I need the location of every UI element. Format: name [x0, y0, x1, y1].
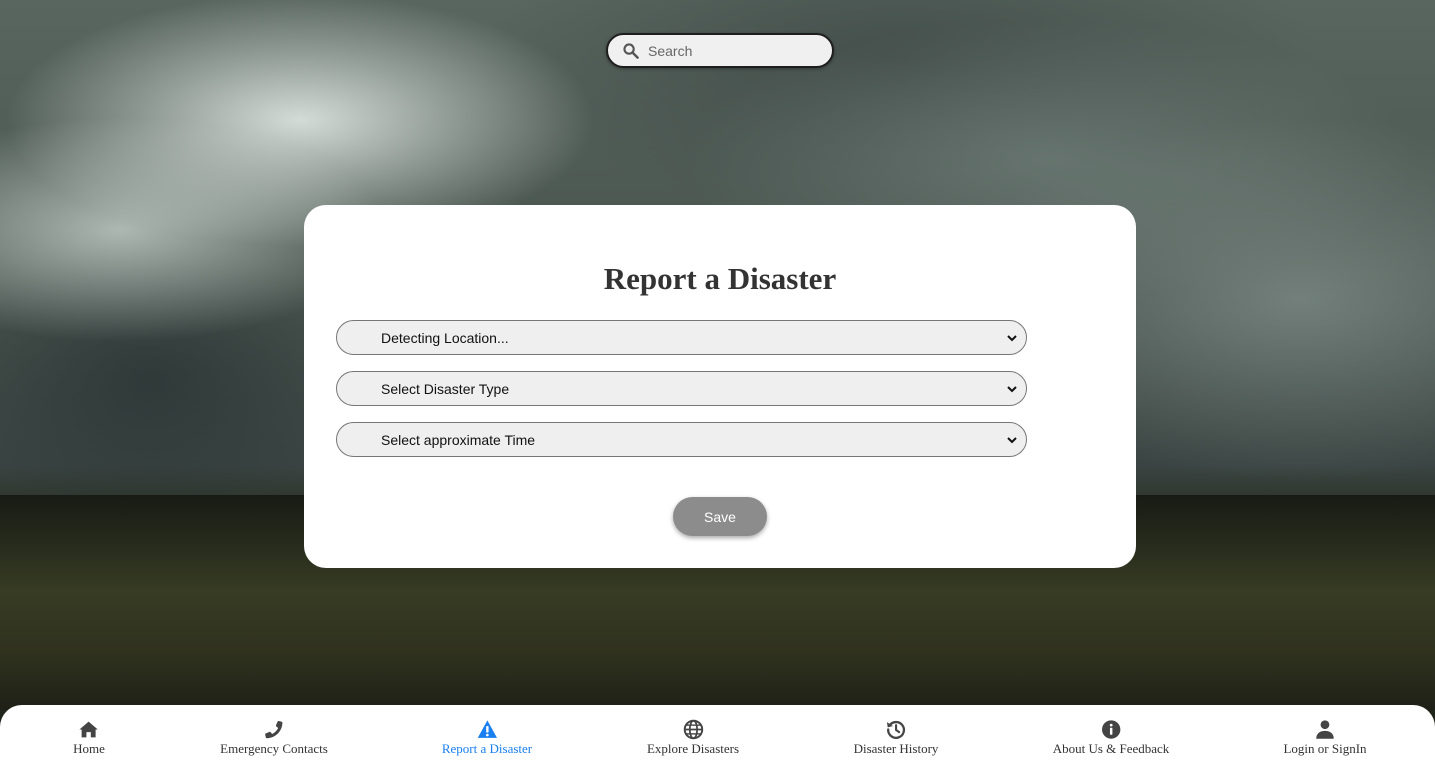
- nav-label: Login or SignIn: [1283, 741, 1367, 756]
- nav-item-disaster-history[interactable]: Disaster History: [853, 719, 939, 757]
- info-icon: [1101, 720, 1121, 739]
- search-bar[interactable]: [606, 33, 834, 68]
- nav-item-login[interactable]: Login or SignIn: [1283, 719, 1367, 757]
- time-select[interactable]: Select approximate Time: [336, 422, 1027, 457]
- chevron-down-icon: [1007, 385, 1017, 392]
- nav-label: Disaster History: [853, 741, 939, 756]
- report-form-card: Report a Disaster Detecting Location... …: [304, 205, 1136, 568]
- history-icon: [886, 720, 905, 739]
- nav-label: Report a Disaster: [441, 741, 533, 756]
- home-icon: [79, 721, 99, 738]
- location-select[interactable]: Detecting Location...: [336, 320, 1027, 355]
- disaster-type-select-value: Select Disaster Type: [381, 380, 510, 397]
- save-button[interactable]: Save: [673, 497, 767, 536]
- location-select-value: Detecting Location...: [381, 329, 509, 346]
- nav-item-about-feedback[interactable]: About Us & Feedback: [1052, 719, 1170, 757]
- chevron-down-icon: [1007, 436, 1017, 443]
- nav-label: Home: [73, 741, 105, 756]
- search-icon: [623, 43, 639, 59]
- search-input[interactable]: [648, 42, 818, 59]
- nav-item-report-disaster[interactable]: Report a Disaster: [442, 719, 532, 757]
- disaster-type-select[interactable]: Select Disaster Type: [336, 371, 1027, 406]
- globe-icon: [683, 719, 703, 740]
- nav-item-emergency-contacts[interactable]: Emergency Contacts: [220, 719, 328, 757]
- nav-item-explore-disasters[interactable]: Explore Disasters: [647, 719, 739, 757]
- nav-label: About Us & Feedback: [1052, 741, 1170, 756]
- nav-item-home[interactable]: Home: [73, 719, 105, 757]
- warning-icon: [477, 720, 497, 738]
- phone-icon: [265, 720, 283, 739]
- nav-label: Emergency Contacts: [220, 741, 328, 756]
- page-title: Report a Disaster: [603, 261, 837, 296]
- bottom-nav: Home Emergency Contacts Report a Disaste…: [0, 705, 1435, 775]
- user-icon: [1316, 720, 1334, 739]
- nav-label: Explore Disasters: [646, 741, 740, 756]
- chevron-down-icon: [1007, 334, 1017, 341]
- time-select-value: Select approximate Time: [381, 431, 536, 448]
